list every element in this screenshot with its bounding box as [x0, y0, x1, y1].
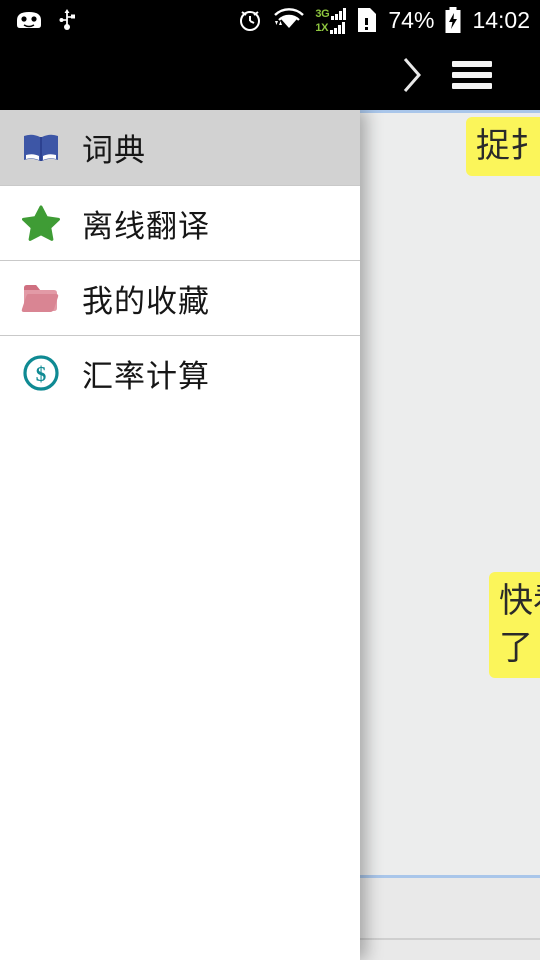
signal-3g-label: 3G [315, 7, 330, 20]
android-robot-icon [17, 12, 41, 28]
signal-bars-3g [331, 7, 347, 20]
svg-text:$: $ [36, 362, 47, 386]
menu-button[interactable] [452, 61, 492, 89]
message-bubble-yellow[interactable]: 捉扌 [466, 117, 540, 176]
app-bar [0, 40, 540, 110]
navigation-drawer[interactable]: 词典 离线翻译 我的收藏 $ 汇率计算 [0, 110, 360, 960]
sidebar-item-dictionary[interactable]: 词典 [0, 110, 360, 185]
hamburger-menu-icon [452, 61, 492, 89]
status-bar-right: 3G 1X 74% 14:02 [237, 6, 540, 34]
sidebar-item-offline-translation[interactable]: 离线翻译 [0, 185, 360, 260]
alarm-clock-icon [240, 11, 261, 31]
chevron-right-icon [403, 58, 421, 92]
open-book-icon [20, 127, 62, 169]
signal-1x-label: 1X [315, 21, 329, 34]
dollar-circle-icon: $ [20, 352, 62, 394]
status-bar: 3G 1X 74% 14:02 [0, 0, 540, 40]
sidebar-item-label: 离线翻译 [82, 208, 210, 244]
signal-bars-1x [330, 21, 346, 34]
battery-charging-icon [445, 7, 461, 33]
sidebar-item-label: 词典 [82, 133, 146, 168]
star-icon [20, 202, 62, 244]
message-bubble-yellow[interactable]: 快看 了 [489, 572, 540, 678]
clock-label: 14:02 [472, 6, 530, 33]
status-bar-left [0, 8, 76, 32]
signal-indicator: 3G 1X [315, 7, 347, 34]
sidebar-item-my-favorites[interactable]: 我的收藏 [0, 260, 360, 335]
sim-card-alert-icon [358, 8, 377, 32]
battery-percent-label: 74% [388, 6, 435, 33]
forward-button[interactable] [400, 53, 424, 97]
wifi-icon [274, 8, 305, 28]
sidebar-item-label: 我的收藏 [82, 283, 210, 319]
message-body: 捉扌 [466, 117, 540, 176]
sidebar-item-label: 汇率计算 [82, 358, 210, 394]
message-body: 快看 了 [489, 572, 540, 678]
usb-icon [59, 9, 75, 30]
folder-icon [20, 277, 62, 319]
sidebar-item-exchange-rate[interactable]: $ 汇率计算 [0, 335, 360, 410]
